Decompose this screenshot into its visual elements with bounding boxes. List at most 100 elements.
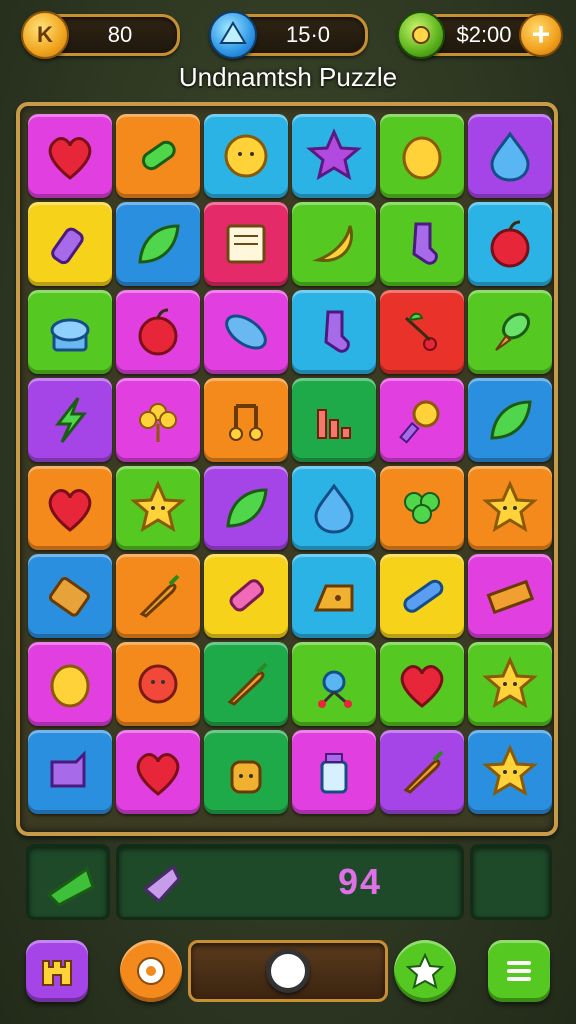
game-tile[interactable] <box>204 290 288 374</box>
tile-grid <box>28 114 552 814</box>
flower-icon <box>139 403 177 442</box>
game-tile[interactable] <box>116 730 200 814</box>
sock-icon <box>324 310 350 353</box>
game-tile[interactable] <box>292 466 376 550</box>
star-face-icon <box>482 656 538 709</box>
game-tile[interactable] <box>28 642 112 726</box>
game-tile[interactable] <box>468 114 552 198</box>
game-tile[interactable] <box>116 114 200 198</box>
game-tile[interactable] <box>380 290 464 374</box>
game-tile[interactable] <box>380 378 464 462</box>
green-leaf-icon <box>46 866 95 907</box>
game-tile[interactable] <box>468 202 552 286</box>
score-value: 94 <box>337 861 383 902</box>
game-tile[interactable] <box>468 466 552 550</box>
game-board <box>16 102 558 836</box>
leaf-icon <box>226 488 268 528</box>
game-tile[interactable] <box>204 114 288 198</box>
settings-gear-icon <box>137 957 165 985</box>
heart-icon <box>136 753 180 796</box>
cupcake-icon <box>50 318 90 352</box>
slider-knob[interactable] <box>266 949 310 993</box>
power-slider[interactable] <box>188 940 388 1002</box>
tray-slot-right[interactable] <box>470 844 552 920</box>
game-tile[interactable] <box>292 114 376 198</box>
game-tile[interactable] <box>468 554 552 638</box>
money-value: $2:00 <box>456 22 512 47</box>
game-tile[interactable] <box>116 554 200 638</box>
game-tile[interactable] <box>380 466 464 550</box>
blue-leaf-icon <box>225 314 267 350</box>
torch-icon <box>399 400 440 444</box>
game-tile[interactable] <box>28 378 112 462</box>
game-tile[interactable] <box>116 202 200 286</box>
game-tile[interactable] <box>204 378 288 462</box>
game-tile[interactable] <box>292 202 376 286</box>
clover-icon <box>404 492 440 524</box>
leaf-icon <box>138 224 180 264</box>
bottle-icon <box>51 227 84 265</box>
tray-slot-left[interactable] <box>26 844 110 920</box>
game-tile[interactable] <box>468 642 552 726</box>
game-tile[interactable] <box>116 466 200 550</box>
game-tile[interactable] <box>292 554 376 638</box>
game-tile[interactable] <box>204 466 288 550</box>
game-tile[interactable] <box>204 554 288 638</box>
banana-face-icon <box>312 225 353 262</box>
game-title: Undnamtsh Puzzle <box>178 62 398 92</box>
game-tile[interactable] <box>204 730 288 814</box>
money-counter: $2:00 + <box>397 11 563 59</box>
settings-button[interactable] <box>120 940 182 1002</box>
game-tile[interactable] <box>380 642 464 726</box>
game-tile[interactable] <box>28 290 112 374</box>
game-tile[interactable] <box>28 466 112 550</box>
leaf-icon <box>490 400 532 440</box>
game-tile[interactable] <box>292 290 376 374</box>
game-tile[interactable] <box>116 290 200 374</box>
menu-button[interactable] <box>488 940 550 1002</box>
crayon-icon <box>403 579 444 613</box>
star-icon <box>306 128 362 181</box>
game-tile[interactable] <box>28 730 112 814</box>
ruler-icon <box>486 579 535 615</box>
castle-button[interactable] <box>26 940 88 1002</box>
top-bar: K 80 15·0 $2:00 + <box>0 10 576 59</box>
star-face-icon <box>482 480 538 533</box>
game-tile[interactable] <box>116 378 200 462</box>
coin-k-icon: K <box>21 11 69 59</box>
game-tile[interactable] <box>468 290 552 374</box>
game-tile[interactable] <box>204 202 288 286</box>
heart-icon <box>400 665 444 708</box>
ice-cream-icon <box>495 312 531 351</box>
game-tile[interactable] <box>380 114 464 198</box>
crystal-icon <box>142 864 181 904</box>
game-tile[interactable] <box>292 378 376 462</box>
cracker-icon <box>48 577 90 617</box>
cherry-branch-icon <box>404 312 437 351</box>
apple-icon <box>138 308 178 356</box>
carrot-icon <box>403 750 444 794</box>
game-tile[interactable] <box>28 114 112 198</box>
heart-icon <box>48 137 92 180</box>
carrot-icon <box>139 574 180 618</box>
game-tile[interactable] <box>380 730 464 814</box>
score-tray: 94 <box>116 844 464 920</box>
game-tile[interactable] <box>292 642 376 726</box>
star-button[interactable] <box>394 940 456 1002</box>
star-face-icon <box>130 480 186 533</box>
game-tile[interactable] <box>204 642 288 726</box>
game-tile[interactable] <box>28 202 112 286</box>
sun-flower-icon <box>224 134 268 178</box>
honey-pot-icon <box>230 760 262 794</box>
add-currency-button[interactable]: + <box>519 13 563 57</box>
game-tile[interactable] <box>468 730 552 814</box>
game-tile[interactable] <box>380 202 464 286</box>
heart-icon <box>48 489 92 532</box>
carrot-icon <box>227 662 268 706</box>
game-tile[interactable] <box>28 554 112 638</box>
game-tile[interactable] <box>292 730 376 814</box>
game-tile[interactable] <box>116 642 200 726</box>
game-tile[interactable] <box>468 378 552 462</box>
game-tile[interactable] <box>380 554 464 638</box>
lightning-icon <box>54 397 88 443</box>
